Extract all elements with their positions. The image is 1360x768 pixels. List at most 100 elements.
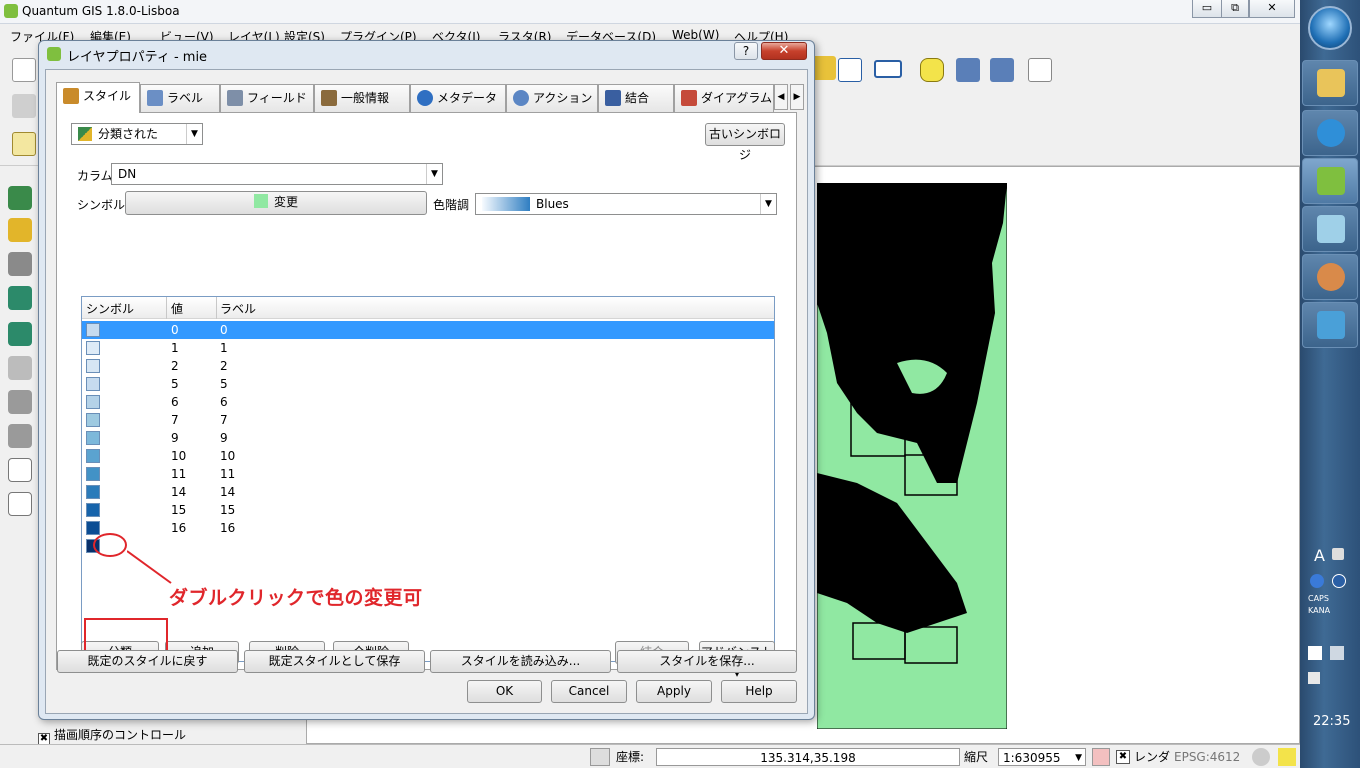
column-combo[interactable]: DN ▼ bbox=[111, 163, 443, 185]
stop-render-icon[interactable] bbox=[1092, 748, 1110, 766]
ok-button[interactable]: OK bbox=[467, 680, 542, 703]
tab-scroll-left[interactable]: ◀ bbox=[774, 84, 788, 110]
tab-fields[interactable]: フィールド bbox=[220, 84, 314, 112]
restore-button[interactable]: ⧉ bbox=[1221, 0, 1249, 18]
table-row[interactable]: 66 bbox=[82, 393, 774, 411]
select-icon[interactable] bbox=[812, 56, 836, 80]
dialog-help-button[interactable]: ? bbox=[734, 42, 758, 60]
scale-combo[interactable]: 1:630955 ▼ bbox=[998, 748, 1086, 766]
cancel-button[interactable]: Cancel bbox=[551, 680, 627, 703]
layer-overview-icon[interactable] bbox=[8, 492, 32, 516]
volume-icon[interactable] bbox=[1308, 672, 1320, 684]
projection-icon[interactable] bbox=[1252, 748, 1270, 766]
save-as-default-button[interactable]: 既定スタイルとして保存 bbox=[244, 650, 425, 673]
new-spatialite-icon[interactable] bbox=[8, 424, 32, 448]
taskbar-photos[interactable] bbox=[1302, 302, 1358, 348]
header-value[interactable]: 値 bbox=[171, 300, 183, 317]
dialog-close-button[interactable]: ✕ bbox=[761, 42, 807, 60]
load-style-button[interactable]: スタイルを読み込み... bbox=[430, 650, 611, 673]
map-tips-icon[interactable] bbox=[920, 58, 944, 82]
symbol-swatch[interactable] bbox=[86, 503, 100, 517]
symbol-swatch[interactable] bbox=[86, 485, 100, 499]
coordinate-display[interactable]: 135.314,35.198 bbox=[656, 748, 960, 766]
taskbar-notepad[interactable] bbox=[1302, 206, 1358, 252]
symbol-swatch[interactable] bbox=[86, 359, 100, 373]
identify-icon[interactable] bbox=[12, 132, 36, 156]
color-ramp-combo[interactable]: Blues ▼ bbox=[475, 193, 777, 215]
help-button[interactable]: Help bbox=[721, 680, 797, 703]
header-label[interactable]: ラベル bbox=[220, 300, 256, 317]
add-vector-icon[interactable] bbox=[8, 186, 32, 210]
symbol-swatch[interactable] bbox=[86, 431, 100, 445]
network-icon[interactable] bbox=[1330, 646, 1344, 660]
digitize-icon[interactable] bbox=[12, 94, 36, 118]
apply-button[interactable]: Apply bbox=[636, 680, 712, 703]
add-wms-icon[interactable] bbox=[8, 322, 32, 346]
new-project-icon[interactable] bbox=[12, 58, 36, 82]
tab-general[interactable]: 一般情報 bbox=[314, 84, 410, 112]
renderer-type-combo[interactable]: 分類された ▼ bbox=[71, 123, 203, 145]
taskbar-qgis[interactable] bbox=[1302, 158, 1358, 204]
tab-labels[interactable]: ラベル bbox=[140, 84, 220, 112]
table-row[interactable]: 11 11 bbox=[82, 465, 774, 483]
tab-actions[interactable]: アクション bbox=[506, 84, 598, 112]
tab-metadata[interactable]: メタデータ bbox=[410, 84, 506, 112]
measure-icon[interactable] bbox=[874, 60, 902, 78]
close-button[interactable]: ✕ bbox=[1249, 0, 1295, 18]
symbol-swatch[interactable] bbox=[86, 377, 100, 391]
remove-layer-icon[interactable] bbox=[8, 458, 32, 482]
table-row[interactable]: 14 14 bbox=[82, 483, 774, 501]
table-row[interactable]: 77 bbox=[82, 411, 774, 429]
table-row[interactable]: 00 bbox=[82, 321, 774, 339]
ime-mode[interactable]: A bbox=[1314, 546, 1325, 565]
attribute-table-icon[interactable] bbox=[838, 58, 862, 82]
ime-help-icon[interactable] bbox=[1332, 574, 1346, 588]
minimize-button[interactable]: ▭ bbox=[1192, 0, 1222, 18]
render-mouse-icon[interactable] bbox=[590, 748, 610, 766]
add-raster-icon[interactable] bbox=[8, 218, 32, 242]
symbol-swatch[interactable] bbox=[86, 395, 100, 409]
table-row[interactable]: 55 bbox=[82, 375, 774, 393]
table-row[interactable]: 16 16 bbox=[82, 519, 774, 537]
add-spatialite-icon[interactable] bbox=[8, 286, 32, 310]
symbol-swatch[interactable] bbox=[86, 449, 100, 463]
symbol-swatch[interactable] bbox=[86, 413, 100, 427]
tab-diagrams[interactable]: ダイアグラム bbox=[674, 84, 774, 112]
new-bookmark-icon[interactable] bbox=[956, 58, 980, 82]
symbol-swatch[interactable] bbox=[86, 323, 100, 337]
action-center-flag-icon[interactable] bbox=[1308, 646, 1322, 660]
windows-start-icon[interactable] bbox=[1308, 6, 1352, 50]
save-style-button[interactable]: スタイルを保存... bbox=[617, 650, 797, 673]
ime-pad-icon[interactable] bbox=[1310, 574, 1324, 588]
taskbar-explorer[interactable] bbox=[1302, 60, 1358, 106]
draw-order-control[interactable]: ✖ 描画順序のコントロール bbox=[38, 726, 186, 745]
ime-tools-icon[interactable] bbox=[1332, 548, 1344, 560]
new-shapefile-icon[interactable] bbox=[8, 390, 32, 414]
taskbar-ie[interactable] bbox=[1302, 110, 1358, 156]
show-bookmarks-icon[interactable] bbox=[990, 58, 1014, 82]
table-row[interactable]: 11 bbox=[82, 339, 774, 357]
symbol-swatch[interactable] bbox=[86, 467, 100, 481]
tab-joins[interactable]: 結合 bbox=[598, 84, 674, 112]
old-symbology-button[interactable]: 古いシンボロジ bbox=[705, 123, 785, 162]
tab-style[interactable]: スタイル bbox=[56, 82, 140, 113]
table-row[interactable]: 22 bbox=[82, 357, 774, 375]
epsg-label[interactable]: EPSG:4612 bbox=[1174, 748, 1240, 766]
clock[interactable]: 22:35 bbox=[1313, 714, 1350, 729]
add-postgis-icon[interactable] bbox=[8, 252, 32, 276]
add-wfs-icon[interactable] bbox=[8, 356, 32, 380]
table-row[interactable]: 10 10 bbox=[82, 447, 774, 465]
table-row[interactable]: 15 15 bbox=[82, 501, 774, 519]
tab-scroll-right[interactable]: ▶ bbox=[790, 84, 804, 110]
restore-default-style-button[interactable]: 既定のスタイルに戻す bbox=[57, 650, 238, 673]
table-row[interactable]: 99 bbox=[82, 429, 774, 447]
table-row[interactable] bbox=[82, 537, 774, 555]
symbol-swatch[interactable] bbox=[86, 341, 100, 355]
symbol-swatch[interactable] bbox=[86, 521, 100, 535]
symbol-change-button[interactable]: 変更 bbox=[125, 191, 427, 215]
render-checkbox[interactable]: ✖ bbox=[1116, 750, 1130, 764]
taskbar-paint[interactable] bbox=[1302, 254, 1358, 300]
messages-warning-icon[interactable] bbox=[1278, 748, 1296, 766]
header-symbol[interactable]: シンボル bbox=[86, 300, 134, 317]
text-annotation-icon[interactable] bbox=[1028, 58, 1052, 82]
